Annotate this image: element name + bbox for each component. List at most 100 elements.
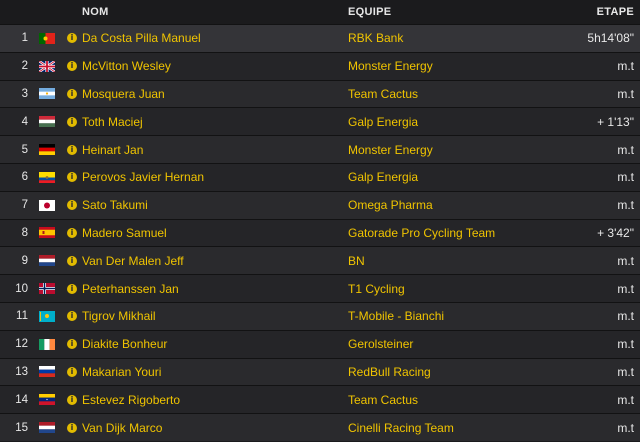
table-row[interactable]: 15 i Van Dijk Marco Cinelli Racing Team m.t [0, 413, 640, 441]
rider-name[interactable]: Mosquera Juan [82, 87, 165, 101]
venezuela-flag-icon [39, 394, 55, 406]
table-row[interactable]: 2 i McVitton Wesley Monster Energy m.t [0, 51, 640, 80]
stage-time: + 1'13" [597, 114, 634, 129]
stage-time: m.t [617, 337, 634, 352]
team-name[interactable]: Monster Energy [348, 143, 433, 157]
info-icon[interactable]: i [67, 172, 77, 183]
stage-column-header[interactable]: ETAPE [574, 6, 640, 18]
table-row[interactable]: 13 i Makarian Youri RedBull Racing m.t [0, 357, 640, 386]
info-icon[interactable]: i [67, 61, 77, 72]
info-icon[interactable]: i [67, 33, 77, 44]
rank-cell: 14 [15, 393, 28, 406]
info-icon[interactable]: i [67, 394, 77, 405]
name-cell: Van Der Malen Jeff [82, 254, 348, 268]
rider-name[interactable]: Estevez Rigoberto [82, 393, 180, 407]
results-table: NOM EQUIPE ETAPE 1 i Da Costa Pilla Manuel… [0, 0, 640, 441]
table-body: 1 i Da Costa Pilla Manuel RBK Bank 5h14'08" 2… [0, 24, 640, 441]
flag-cell [36, 199, 58, 211]
name-cell: Heinart Jan [82, 143, 348, 157]
rider-name[interactable]: McVitton Wesley [82, 59, 171, 73]
team-name[interactable]: BN [348, 254, 365, 268]
info-cell: i [66, 311, 78, 322]
info-cell: i [66, 116, 78, 127]
flag-cell [36, 283, 58, 295]
info-icon[interactable]: i [67, 227, 77, 238]
netherlands-flag-icon [39, 255, 55, 267]
team-name[interactable]: RBK Bank [348, 31, 403, 45]
team-name[interactable]: T-Mobile - Bianchi [348, 309, 444, 323]
stage-time: m.t [617, 281, 634, 296]
portugal-flag-icon [39, 32, 55, 44]
team-cell: Gatorade Pro Cycling Team [348, 226, 574, 240]
rider-name[interactable]: Da Costa Pilla Manuel [82, 31, 201, 45]
info-icon[interactable]: i [67, 200, 77, 211]
team-cell: T-Mobile - Bianchi [348, 309, 574, 323]
info-icon[interactable]: i [67, 422, 77, 433]
flag-cell [36, 32, 58, 44]
name-cell: Sato Takumi [82, 198, 348, 212]
info-icon[interactable]: i [67, 255, 77, 266]
table-row[interactable]: 1 i Da Costa Pilla Manuel RBK Bank 5h14'08" [0, 24, 640, 52]
info-icon[interactable]: i [67, 283, 77, 294]
table-row[interactable]: 8 i Madero Samuel Gatorade Pro Cycling Team… [0, 218, 640, 247]
team-name[interactable]: T1 Cycling [348, 282, 405, 296]
rider-name[interactable]: Van Dijk Marco [82, 421, 162, 435]
rider-name[interactable]: Diakite Bonheur [82, 337, 167, 351]
team-name[interactable]: Cinelli Racing Team [348, 421, 454, 435]
stage-time: m.t [617, 364, 634, 379]
rider-name[interactable]: Heinart Jan [82, 143, 143, 157]
table-row[interactable]: 11 i Tigrov Mikhail T-Mobile - Bianchi m.t [0, 301, 640, 330]
flag-cell [36, 171, 58, 183]
stage-time: m.t [617, 392, 634, 407]
rider-name[interactable]: Peterhanssen Jan [82, 282, 179, 296]
rank-cell: 3 [21, 87, 28, 100]
table-row[interactable]: 7 i Sato Takumi Omega Pharma m.t [0, 190, 640, 219]
team-name[interactable]: Gerolsteiner [348, 337, 413, 351]
name-cell: Diakite Bonheur [82, 337, 348, 351]
flag-cell [36, 366, 58, 378]
name-column-header[interactable]: NOM [82, 6, 348, 18]
rider-name[interactable]: Toth Maciej [82, 115, 143, 129]
rider-name[interactable]: Van Der Malen Jeff [82, 254, 184, 268]
team-name[interactable]: Team Cactus [348, 87, 418, 101]
stage-time: m.t [617, 420, 634, 435]
info-icon[interactable]: i [67, 88, 77, 99]
team-name[interactable]: Galp Energia [348, 115, 418, 129]
flag-cell [36, 116, 58, 128]
stage-time: m.t [617, 59, 634, 74]
team-name[interactable]: Team Cactus [348, 393, 418, 407]
info-icon[interactable]: i [67, 366, 77, 377]
team-name[interactable]: Galp Energia [348, 170, 418, 184]
rider-name[interactable]: Sato Takumi [82, 198, 148, 212]
stage-time: m.t [617, 170, 634, 185]
stage-time: m.t [617, 86, 634, 101]
table-row[interactable]: 9 i Van Der Malen Jeff BN m.t [0, 246, 640, 275]
flag-cell [36, 394, 58, 406]
team-name[interactable]: Gatorade Pro Cycling Team [348, 226, 495, 240]
rider-name[interactable]: Perovos Javier Hernan [82, 170, 204, 184]
table-row[interactable]: 3 i Mosquera Juan Team Cactus m.t [0, 79, 640, 108]
team-column-header[interactable]: EQUIPE [348, 6, 574, 18]
team-cell: Galp Energia [348, 170, 574, 184]
rider-name[interactable]: Tigrov Mikhail [82, 309, 156, 323]
info-cell: i [66, 33, 78, 44]
info-icon[interactable]: i [67, 144, 77, 155]
team-name[interactable]: Omega Pharma [348, 198, 433, 212]
team-cell: T1 Cycling [348, 282, 574, 296]
team-name[interactable]: RedBull Racing [348, 365, 431, 379]
table-row[interactable]: 5 i Heinart Jan Monster Energy m.t [0, 135, 640, 163]
info-cell: i [66, 339, 78, 350]
info-icon[interactable]: i [67, 311, 77, 322]
rider-name[interactable]: Makarian Youri [82, 365, 161, 379]
table-row[interactable]: 10 i Peterhanssen Jan T1 Cycling m.t [0, 274, 640, 302]
info-icon[interactable]: i [67, 116, 77, 127]
stage-time: m.t [617, 253, 634, 268]
table-row[interactable]: 12 i Diakite Bonheur Gerolsteiner m.t [0, 329, 640, 358]
team-name[interactable]: Monster Energy [348, 59, 433, 73]
table-row[interactable]: 14 i Estevez Rigoberto Team Cactus m.t [0, 385, 640, 414]
table-row[interactable]: 6 i Perovos Javier Hernan Galp Energia m.t [0, 162, 640, 191]
flag-cell [36, 310, 58, 322]
table-row[interactable]: 4 i Toth Maciej Galp Energia + 1'13" [0, 107, 640, 136]
info-icon[interactable]: i [67, 339, 77, 350]
rider-name[interactable]: Madero Samuel [82, 226, 167, 240]
